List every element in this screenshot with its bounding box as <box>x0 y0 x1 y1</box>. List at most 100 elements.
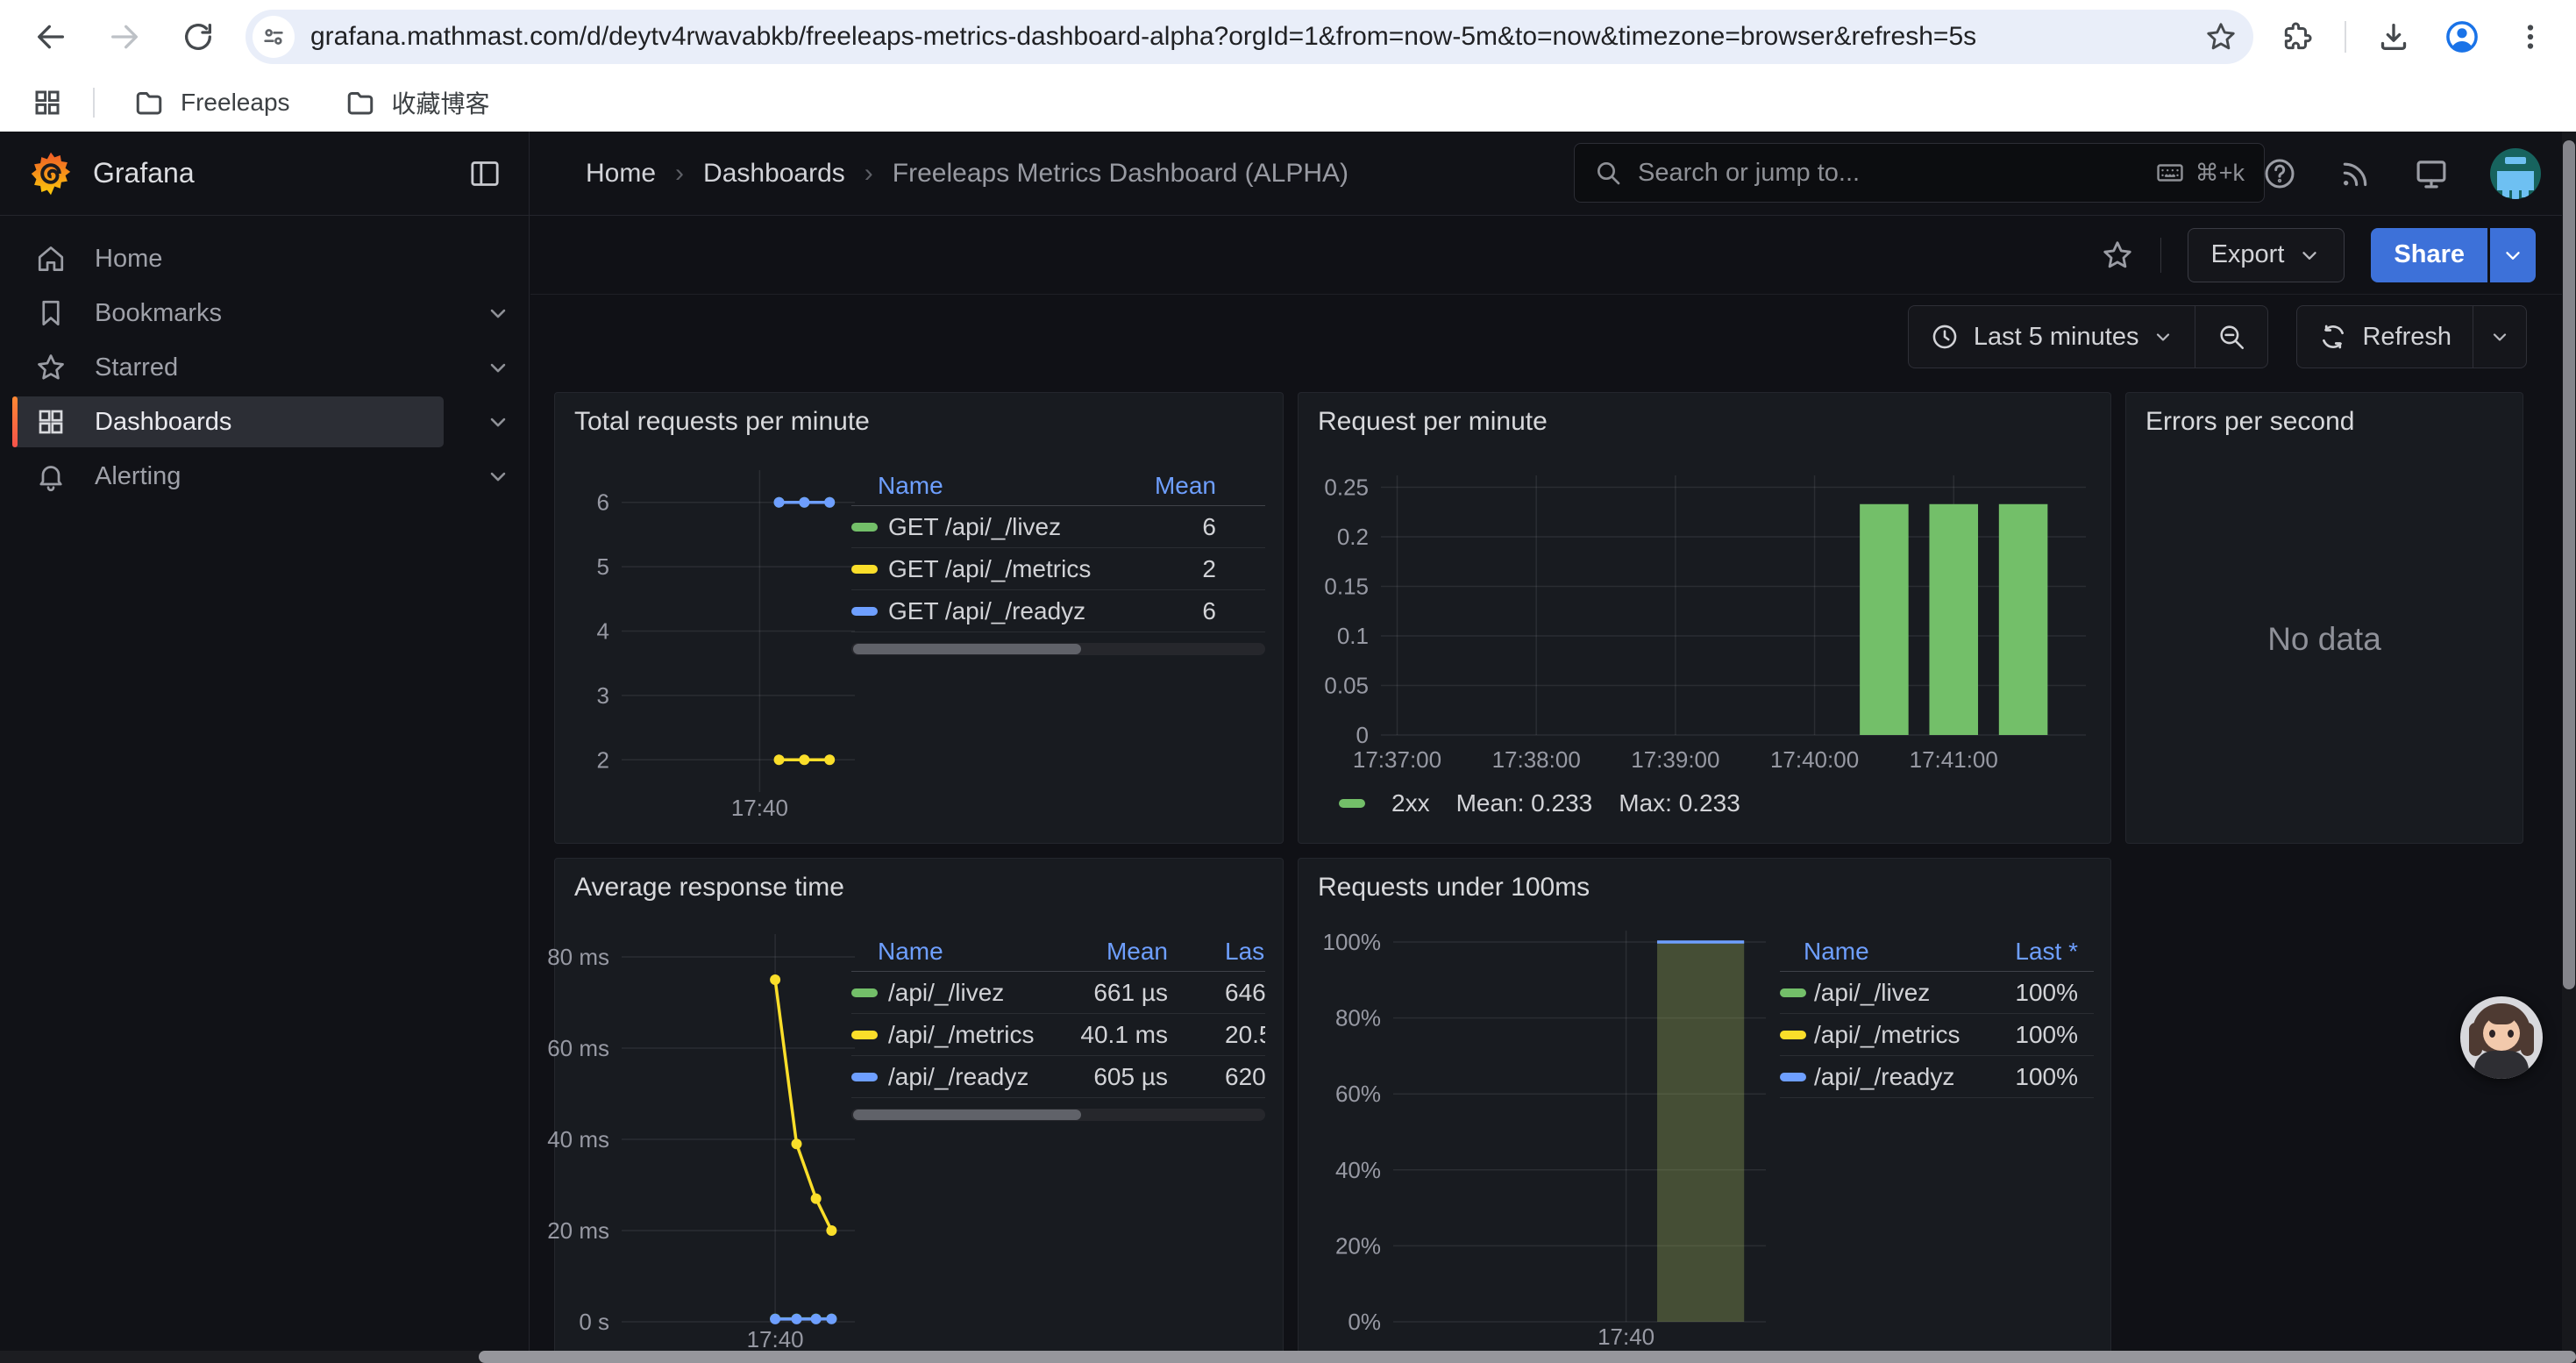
legend-col-last[interactable]: Last * <box>1780 938 2078 966</box>
svg-text:17:40: 17:40 <box>731 795 788 821</box>
vertical-scrollbar-thumb[interactable] <box>2563 140 2575 989</box>
sidebar-item-home[interactable]: Home <box>12 233 511 284</box>
active-item-indicator <box>12 396 18 447</box>
legend-row[interactable]: /api/_/metrics100% <box>1780 1014 2094 1056</box>
star-icon <box>35 352 67 383</box>
bookmark-folder[interactable]: 收藏博客 <box>329 80 506 125</box>
legend-row[interactable]: /api/_/readyz100% <box>1780 1056 2094 1098</box>
chevron-down-icon[interactable] <box>486 464 510 489</box>
breadcrumb-dashboards[interactable]: Dashboards <box>703 159 845 189</box>
chevron-down-icon[interactable] <box>486 301 510 325</box>
profile-icon[interactable] <box>2441 16 2483 58</box>
browser-toolbar: grafana.mathmast.com/d/deytv4rwavabkb/fr… <box>0 0 2576 74</box>
chevron-down-icon[interactable] <box>486 355 510 380</box>
header-icons <box>2262 132 2541 215</box>
panel-title[interactable]: Total requests per minute <box>574 407 870 437</box>
dock-menu-icon[interactable] <box>467 156 502 191</box>
legend-scrollbar-thumb[interactable] <box>853 1110 1081 1120</box>
svg-text:0.15: 0.15 <box>1324 574 1369 600</box>
svg-text:0.05: 0.05 <box>1324 673 1369 699</box>
chart-plot[interactable]: 100%80%60%40%20%0%17:40 <box>1313 929 1856 1363</box>
grafana-logo[interactable] <box>26 149 75 198</box>
legend-row[interactable]: GET /api/_/metrics2 <box>851 548 1265 590</box>
share-button[interactable]: Share <box>2371 228 2487 282</box>
legend-scrollbar-thumb[interactable] <box>853 644 1081 654</box>
bookmarks-bar: Freeleaps 收藏博客 <box>0 74 2576 132</box>
chart-plot[interactable]: 80 ms60 ms40 ms20 ms0 s17:40 <box>567 929 870 1363</box>
legend-value: 100% <box>1780 1063 2078 1091</box>
time-range-button[interactable]: Last 5 minutes <box>1909 306 2195 368</box>
export-button[interactable]: Export <box>2188 228 2345 282</box>
svg-text:0: 0 <box>1356 722 1369 748</box>
url-bar[interactable]: grafana.mathmast.com/d/deytv4rwavabkb/fr… <box>246 10 2253 64</box>
svg-text:0.1: 0.1 <box>1337 623 1369 649</box>
extensions-icon[interactable] <box>2276 16 2318 58</box>
sidebar-item-dashboards[interactable]: Dashboards <box>12 396 511 447</box>
user-avatar[interactable] <box>2490 148 2541 199</box>
panel-total-requests-per-minute: Total requests per minute6543217:40NameM… <box>554 392 1284 844</box>
legend-scrollbar[interactable] <box>851 1109 1265 1121</box>
zoom-out-button[interactable] <box>2195 306 2267 368</box>
legend-col-las[interactable]: Las <box>1225 938 1265 966</box>
legend-col-mean[interactable]: Mean <box>851 472 1216 500</box>
legend-col-mean[interactable]: Mean <box>851 938 1168 966</box>
share-menu-button[interactable] <box>2490 228 2536 282</box>
panel-legend[interactable]: 2xxMean: 0.233Max: 0.233 <box>1339 789 1740 817</box>
grafana-header: Grafana Home › Dashboards › Freeleaps Me… <box>0 132 2576 216</box>
site-settings-icon[interactable] <box>253 16 295 58</box>
sidebar-item-bookmarks[interactable]: Bookmarks <box>12 288 511 339</box>
panel-title[interactable]: Errors per second <box>2145 407 2354 437</box>
bookmark-star-icon[interactable] <box>2204 20 2238 54</box>
monitor-icon[interactable] <box>2413 155 2450 192</box>
horizontal-scrollbar-thumb[interactable] <box>479 1351 2576 1363</box>
reload-icon[interactable] <box>177 16 219 58</box>
news-rss-icon[interactable] <box>2338 156 2373 191</box>
browser-menu-icon[interactable] <box>2509 16 2551 58</box>
svg-text:17:41:00: 17:41:00 <box>1910 746 1998 773</box>
panel-title[interactable]: Average response time <box>574 873 844 903</box>
legend-row[interactable]: /api/_/livez100% <box>1780 972 2094 1014</box>
search-placeholder: Search or jump to... <box>1638 159 2155 188</box>
bookmark-folder[interactable]: Freeleaps <box>117 82 306 124</box>
refresh-button[interactable]: Refresh <box>2297 306 2473 368</box>
chart-plot[interactable]: 0.250.20.150.10.05017:37:0017:38:0017:39… <box>1313 463 2102 805</box>
legend-row[interactable]: GET /api/_/readyz6 <box>851 590 1265 632</box>
legend-scrollbar[interactable] <box>851 643 1265 655</box>
legend-row[interactable]: /api/_/readyz605 µs620 <box>851 1056 1265 1098</box>
panel-title[interactable]: Request per minute <box>1318 407 1548 437</box>
url-text[interactable]: grafana.mathmast.com/d/deytv4rwavabkb/fr… <box>310 22 2190 52</box>
chart-plot[interactable]: 6543217:40 <box>567 463 870 849</box>
folder-icon <box>345 87 376 118</box>
help-icon[interactable] <box>2262 156 2297 191</box>
forward-icon[interactable] <box>103 16 146 58</box>
panel-legend: NameMeanLas/api/_/livez661 µs646/api/_/m… <box>851 932 1265 1121</box>
refresh-interval-button[interactable] <box>2473 306 2526 368</box>
chevron-down-icon <box>2298 244 2321 267</box>
svg-text:17:39:00: 17:39:00 <box>1631 746 1719 773</box>
back-icon[interactable] <box>30 16 72 58</box>
svg-text:40 ms: 40 ms <box>547 1126 609 1152</box>
share-split-button: Share <box>2371 228 2536 282</box>
assistant-avatar[interactable] <box>2460 996 2543 1079</box>
favorite-star-icon[interactable] <box>2101 239 2134 272</box>
chevron-down-icon <box>2153 326 2174 347</box>
download-icon[interactable] <box>2373 16 2415 58</box>
breadcrumb-home[interactable]: Home <box>586 159 656 189</box>
search-input[interactable]: Search or jump to... ⌘+k <box>1574 143 2265 203</box>
chevron-down-icon[interactable] <box>486 410 510 434</box>
legend-row[interactable]: GET /api/_/livez6 <box>851 506 1265 548</box>
svg-text:0 s: 0 s <box>579 1309 609 1335</box>
panel-title[interactable]: Requests under 100ms <box>1318 873 1590 903</box>
sidebar-item-alerting[interactable]: Alerting <box>12 451 511 502</box>
legend-value: 20.5 r <box>1225 1021 1265 1049</box>
svg-text:17:38:00: 17:38:00 <box>1492 746 1581 773</box>
home-icon <box>35 243 67 275</box>
legend-row[interactable]: /api/_/metrics40.1 ms20.5 r <box>851 1014 1265 1056</box>
legend-value: 605 µs <box>851 1063 1168 1091</box>
sidebar-item-label: Dashboards <box>95 408 231 437</box>
svg-text:4: 4 <box>597 618 609 645</box>
apps-grid-icon[interactable] <box>26 82 68 124</box>
breadcrumb-separator: › <box>865 159 873 189</box>
sidebar-item-starred[interactable]: Starred <box>12 342 511 393</box>
legend-row[interactable]: /api/_/livez661 µs646 <box>851 972 1265 1014</box>
